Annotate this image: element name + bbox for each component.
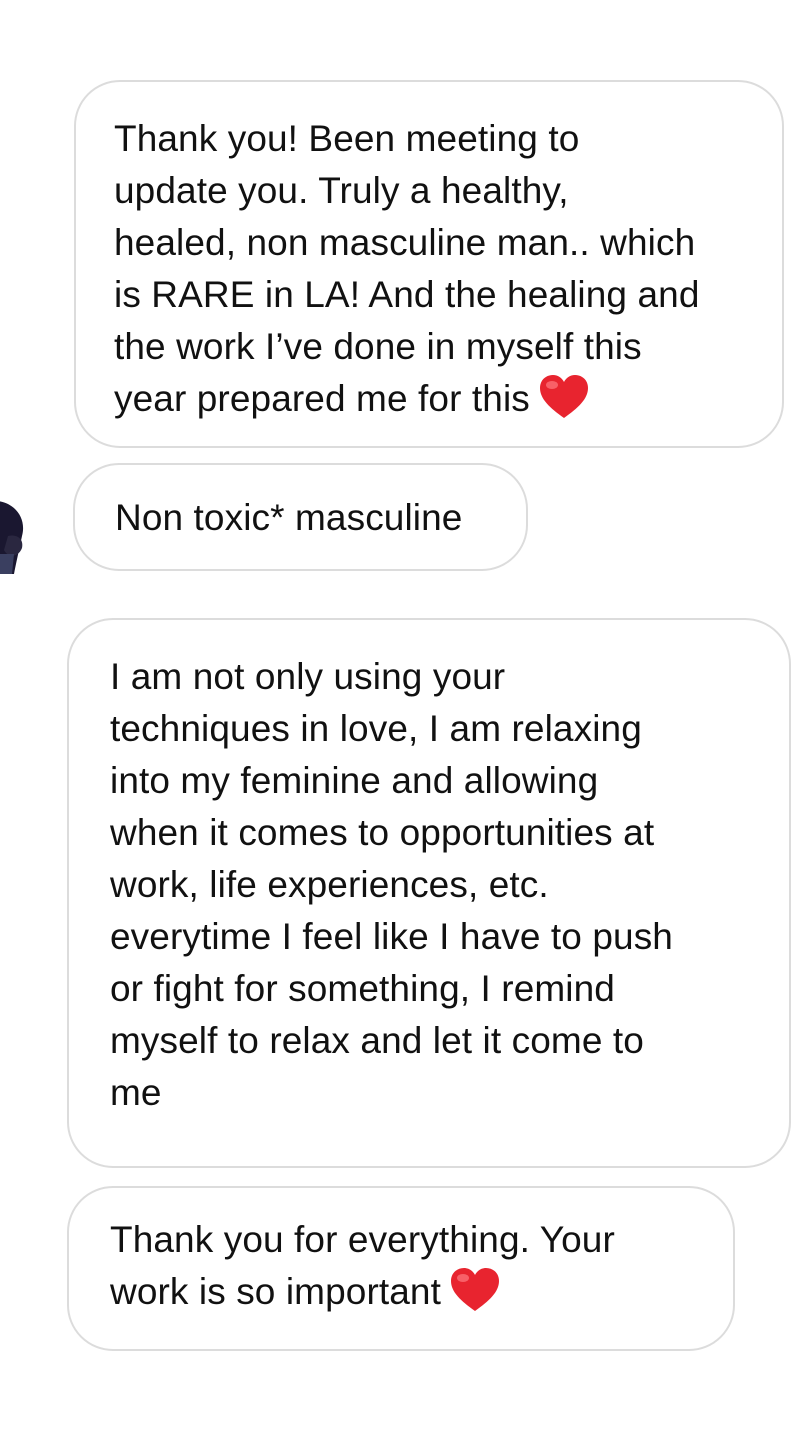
message-bubble[interactable]: Non toxic* masculine (73, 463, 528, 571)
message-text: Thank you for everything. Your work is s… (110, 1219, 615, 1312)
message-bubble[interactable]: I am not only using your techniques in l… (67, 618, 791, 1168)
sender-avatar[interactable] (0, 496, 42, 574)
message-bubble[interactable]: Thank you! Been meeting to update you. T… (74, 80, 784, 448)
red-heart-icon (538, 374, 590, 420)
message-text: Non toxic* masculine (115, 497, 463, 538)
red-heart-icon (449, 1267, 501, 1313)
message-bubble[interactable]: Thank you for everything. Your work is s… (67, 1186, 735, 1351)
message-text: I am not only using your techniques in l… (110, 656, 673, 1113)
message-text: Thank you! Been meeting to update you. T… (114, 118, 700, 419)
